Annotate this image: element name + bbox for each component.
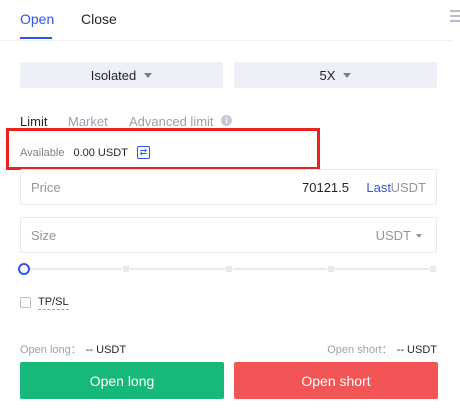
size-unit-value: USDT	[375, 228, 411, 243]
open-long-label: Open long：	[20, 344, 82, 356]
slider-mark-100[interactable]	[429, 265, 437, 273]
order-type-market[interactable]: Market	[68, 114, 108, 129]
slider-mark-50[interactable]	[225, 265, 233, 273]
open-short-value: -- USDT	[396, 344, 437, 356]
open-short-info: Open short： -- USDT	[327, 341, 437, 357]
chevron-down-icon	[416, 233, 422, 238]
chevron-down-icon	[144, 72, 153, 78]
tpsl-label[interactable]: TP/SL	[38, 296, 69, 310]
transfer-icon[interactable]: ⇄	[136, 146, 150, 159]
tab-open[interactable]: Open	[20, 11, 54, 27]
leverage-value: 5X	[319, 67, 336, 83]
size-unit-select[interactable]: USDT	[376, 228, 422, 243]
open-long-info: Open long： -- USDT	[20, 341, 126, 357]
available-value: 0.00 USDT	[73, 146, 128, 159]
order-type-limit[interactable]: Limit	[20, 114, 47, 129]
leverage-select[interactable]: 5X	[234, 62, 437, 88]
margin-mode-value: Isolated	[90, 67, 137, 83]
tabs-divider	[0, 40, 452, 41]
order-type-advanced-limit[interactable]: Advanced limit	[129, 114, 214, 129]
available-label: Available	[20, 146, 65, 159]
size-input[interactable]: Size USDT	[20, 217, 437, 253]
size-label: Size	[31, 228, 57, 243]
open-long-button[interactable]: Open long	[20, 362, 224, 399]
open-long-value: -- USDT	[85, 344, 127, 356]
last-price-button[interactable]: Last	[366, 180, 391, 195]
price-input[interactable]: Price 70121.5 Last USDT	[20, 169, 437, 205]
price-value[interactable]: 70121.5	[302, 180, 349, 195]
active-tab-indicator	[20, 37, 52, 39]
price-label: Price	[31, 180, 61, 195]
available-balance: Available 0.00 USDT ⇄	[20, 146, 150, 159]
price-unit: USDT	[390, 180, 426, 195]
slider-mark-25[interactable]	[122, 265, 130, 273]
info-icon[interactable]: i	[221, 115, 232, 126]
tpsl-checkbox[interactable]	[20, 297, 31, 308]
chevron-down-icon	[343, 72, 352, 78]
size-slider-handle[interactable]	[18, 263, 30, 275]
slider-mark-75[interactable]	[327, 265, 335, 273]
menu-icon[interactable]	[450, 10, 460, 25]
margin-mode-select[interactable]: Isolated	[20, 62, 223, 88]
tab-close[interactable]: Close	[81, 11, 117, 27]
open-short-label: Open short：	[327, 344, 393, 356]
open-short-button[interactable]: Open short	[234, 362, 438, 399]
